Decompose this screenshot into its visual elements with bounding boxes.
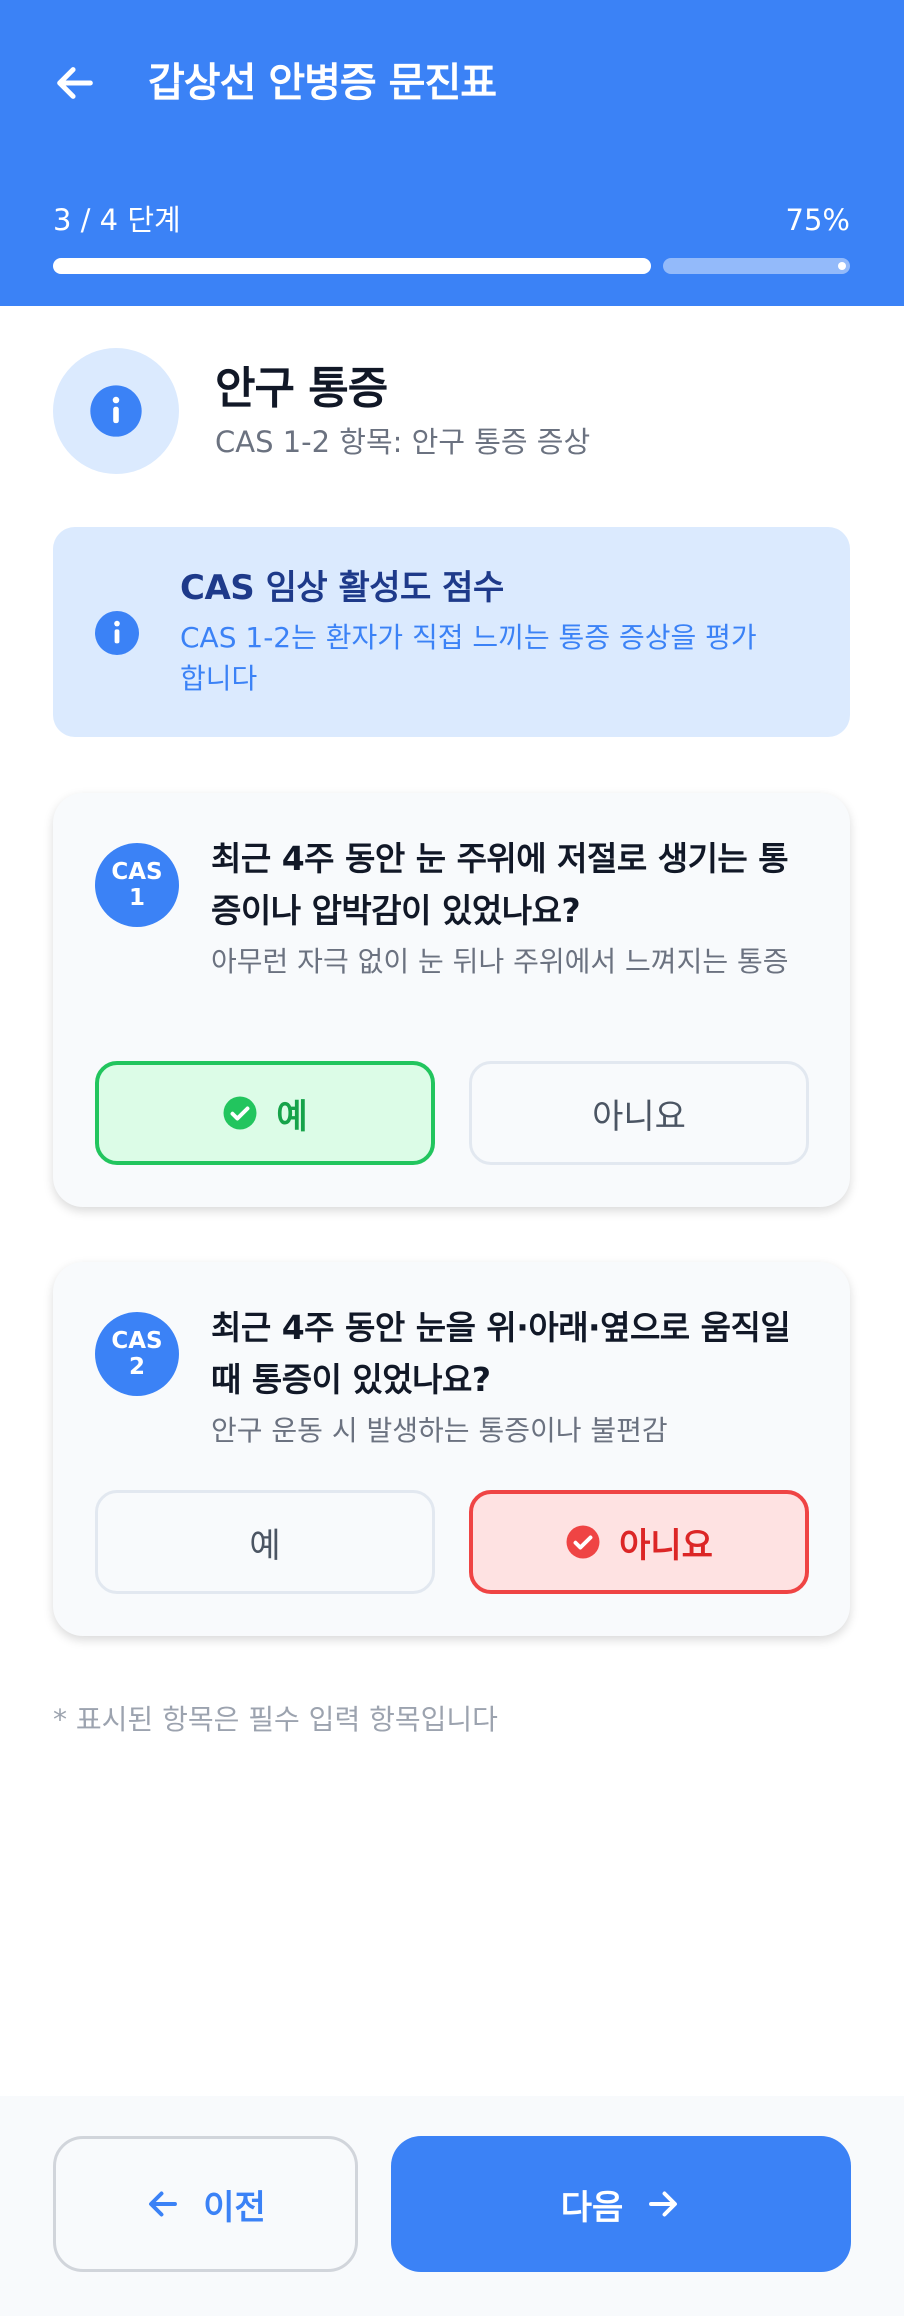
no-button[interactable]: 아니요 [469,1490,809,1594]
back-button[interactable] [50,58,100,108]
next-button-label: 다음 [560,2187,624,2228]
arrow-left-icon [57,67,93,99]
question-text: 최근 4주 동안 눈을 위·아래·옆으로 움직일 때 통증이 있었나요? [211,1308,791,1399]
info-box: CAS 임상 활성도 점수 CAS 1-2는 환자가 직접 느끼는 통증 증상을… [53,527,850,737]
required-footnote: * 표시된 항목은 필수 입력 항목입니다 [53,1703,498,1736]
page-title: 갑상선 안병증 문진표 [148,60,497,106]
progress-bar-fill [53,258,651,274]
no-button-label: 아니요 [619,1525,713,1566]
prev-button-label: 이전 [203,2187,266,2228]
cas-badge-number: 1 [128,885,145,911]
step-indicator: 3 / 4 단계 [53,203,181,237]
section-subtitle: CAS 1-2 항목: 안구 통증 증상 [215,425,591,459]
no-button-label: 아니요 [592,1096,686,1137]
progress-end-dot [838,262,846,270]
progress-bar [53,258,850,274]
prev-button[interactable]: 이전 [53,2136,358,2272]
cas-badge: CAS 1 [95,843,179,927]
info-icon [95,611,139,655]
arrow-left-icon [149,2191,178,2217]
cas-badge: CAS 2 [95,1312,179,1396]
bottom-nav-bar: 이전 다음 [0,2096,904,2316]
check-circle-icon [566,1525,600,1559]
yes-button-label: 예 [249,1525,281,1566]
arrow-right-icon [649,2191,678,2217]
section-title: 안구 통증 [215,363,388,414]
question-card-cas-1: CAS 1 최근 4주 동안 눈 주위에 저절로 생기는 통증이나 압박감이 있… [53,793,850,1207]
section-icon-circle [53,348,179,474]
question-text: 최근 4주 동안 눈 주위에 저절로 생기는 통증이나 압박감이 있었나요? [211,839,789,930]
info-box-text: CAS 1-2는 환자가 직접 느끼는 통증 증상을 평가합니다 [180,621,757,695]
next-button[interactable]: 다음 [391,2136,851,2272]
check-circle-icon [223,1096,257,1130]
yes-button[interactable]: 예 [95,1061,435,1165]
yes-button-label: 예 [276,1096,308,1137]
cas-badge-label: CAS [111,859,163,885]
app-header: 갑상선 안병증 문진표 3 / 4 단계 75% [0,0,904,306]
question-hint: 아무런 자극 없이 눈 뒤나 주위에서 느껴지는 통증 [211,945,789,978]
progress-bar-remaining [663,258,850,274]
question-hint: 안구 운동 시 발생하는 통증이나 불편감 [211,1414,668,1447]
question-card-cas-2: CAS 2 최근 4주 동안 눈을 위·아래·옆으로 움직일 때 통증이 있었나… [53,1262,850,1636]
info-box-title: CAS 임상 활성도 점수 [180,568,504,608]
no-button[interactable]: 아니요 [469,1061,809,1165]
info-icon [90,385,142,437]
progress-percent: 75% [785,203,850,237]
cas-badge-number: 2 [128,1354,145,1380]
cas-badge-label: CAS [111,1328,163,1354]
yes-button[interactable]: 예 [95,1490,435,1594]
